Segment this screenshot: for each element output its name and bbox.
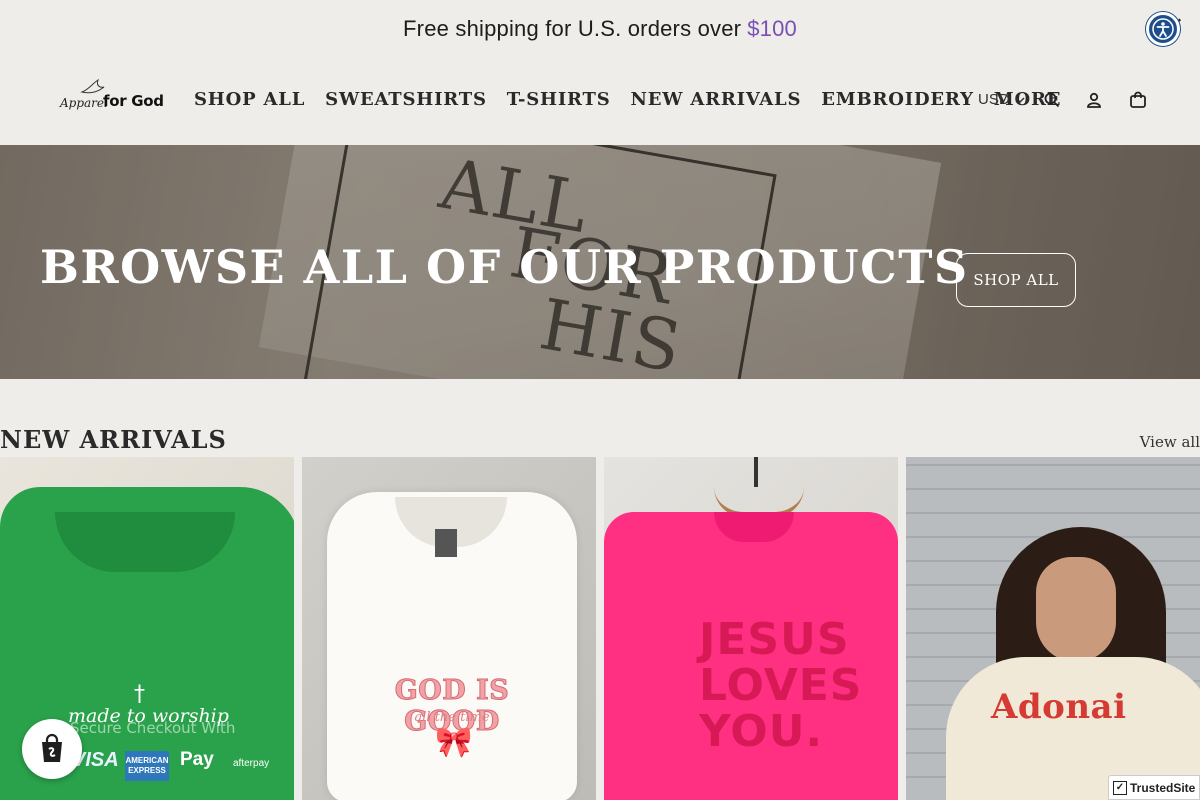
product-card[interactable]: JESUS LOVES YOU. (604, 457, 898, 800)
print-text: Adonai (991, 687, 1127, 727)
print-subtext: all the time (414, 710, 490, 725)
site-logo[interactable]: Apparel for God (58, 78, 168, 120)
chevron-down-icon (1015, 96, 1025, 103)
accessibility-figure-icon (1152, 18, 1174, 40)
currency-label: USD (978, 91, 1010, 108)
model-face (1036, 557, 1116, 662)
accessibility-icon[interactable] (1146, 12, 1180, 46)
nav-shop-all[interactable]: SHOP ALL (194, 89, 305, 110)
shirt-tag (435, 529, 457, 557)
bow-icon: 🎀 (435, 725, 473, 760)
nav-t-shirts[interactable]: T-SHIRTS (507, 89, 611, 110)
secure-checkout-text: Secure Checkout With (70, 719, 236, 737)
hero-banner: ALL FOR HIS BROWSE ALL OF OUR PRODUCTS S… (0, 145, 1200, 379)
announcement-text: Free shipping for U.S. orders over (403, 16, 742, 41)
check-icon: ✓ (1113, 780, 1127, 795)
shopify-chat-button[interactable] (22, 719, 82, 779)
apple-pay-logo: Pay (180, 749, 214, 770)
shopping-bag-icon (42, 733, 62, 762)
amex-logo: AMERICAN EXPRESS (125, 751, 169, 781)
view-all-link[interactable]: View all (1140, 433, 1200, 451)
logo-text-apparel: Apparel (60, 96, 108, 110)
trustedsite-label: TrustedSite (1130, 780, 1196, 795)
hero-heading: BROWSE ALL OF OUR PRODUCTS (40, 240, 969, 294)
hanger (714, 457, 804, 517)
afterpay-logo: afterpay (233, 758, 270, 769)
nav-embroidery[interactable]: EMBROIDERY (821, 89, 974, 110)
nav-sweatshirts[interactable]: SWEATSHIRTS (325, 89, 487, 110)
search-icon[interactable] (1042, 90, 1062, 110)
product-card[interactable]: GOD IS GOOD all the time 🎀 (302, 457, 596, 800)
product-card[interactable]: Adonai (906, 457, 1200, 800)
print-text: JESUS LOVES YOU. (699, 614, 863, 757)
cart-icon[interactable] (1128, 90, 1148, 110)
announcement-bar: Free shipping for U.S. orders over $100 … (0, 0, 1200, 58)
new-arrivals-title: NEW ARRIVALS (0, 425, 227, 454)
announcement-amount: $100 (747, 16, 797, 41)
trustedsite-badge[interactable]: ✓ TrustedSite (1108, 775, 1200, 800)
site-header: Apparel for God SHOP ALL SWEATSHIRTS T-S… (0, 58, 1200, 145)
currency-selector[interactable]: USD (978, 91, 1026, 108)
account-icon[interactable] (1084, 90, 1104, 110)
nav-new-arrivals[interactable]: NEW ARRIVALS (631, 89, 802, 110)
hero-shop-all-button[interactable]: SHOP ALL (956, 253, 1076, 307)
print-cross: † (134, 682, 145, 707)
main-nav: SHOP ALL SWEATSHIRTS T-SHIRTS NEW ARRIVA… (194, 89, 1061, 110)
logo-text-for-god: for God (103, 92, 164, 110)
